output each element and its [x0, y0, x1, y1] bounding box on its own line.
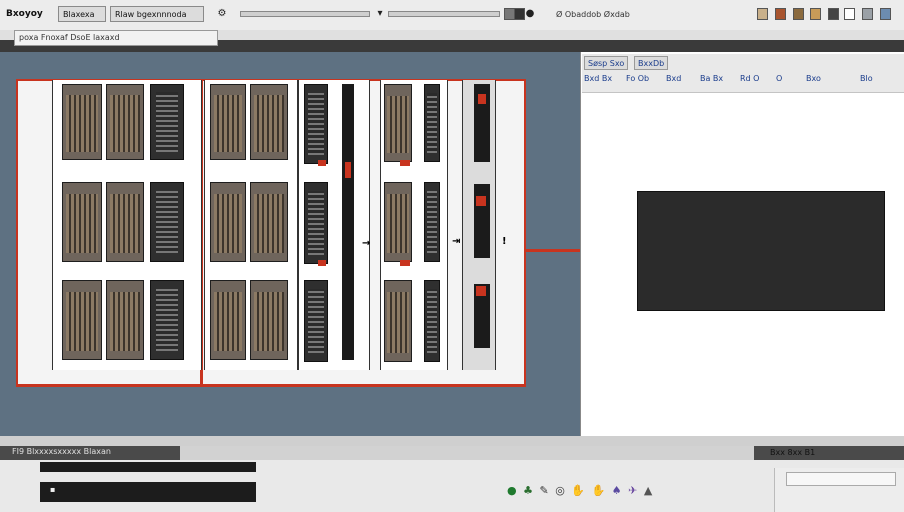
column-header-5[interactable]: Rd O [740, 74, 759, 83]
window-23 [384, 280, 412, 362]
marker-5 [400, 260, 410, 266]
window-10 [210, 84, 246, 160]
target-icon[interactable]: ◎ [555, 484, 565, 497]
panel-tab-2[interactable]: BxxDb [634, 56, 669, 70]
column-header-2[interactable]: Fo Ob [626, 74, 649, 83]
bottom-strip [0, 436, 904, 446]
window-15 [250, 280, 288, 360]
selection-frame-right [524, 79, 526, 387]
selection-frame-left [16, 79, 18, 387]
circle-icon[interactable] [844, 8, 855, 20]
window-11 [250, 84, 288, 160]
spade-icon[interactable]: ♠ [612, 484, 622, 497]
column-bar-1 [342, 84, 354, 360]
column-header-8[interactable]: Blo [860, 74, 873, 83]
dropdown-icon[interactable]: ▾ [374, 8, 386, 20]
bottom-progress-bar-2[interactable] [40, 482, 256, 502]
exclamation-icon: ! [502, 236, 507, 247]
club-icon[interactable]: ♣ [523, 484, 533, 497]
window-12 [210, 182, 246, 262]
window-17 [304, 182, 328, 264]
window-2 [106, 84, 144, 160]
selection-frame-bottom [16, 384, 526, 387]
marker-7 [476, 196, 486, 206]
settings-icon[interactable] [880, 8, 891, 20]
column-header-6[interactable]: O [776, 74, 782, 83]
timeline-track[interactable] [180, 446, 754, 460]
grid-icon[interactable] [793, 8, 804, 20]
column-header-4[interactable]: Ba Bx [700, 74, 723, 83]
window-16 [304, 84, 328, 164]
tool-icon[interactable] [862, 8, 873, 20]
window-4 [62, 182, 102, 262]
marker-8 [476, 286, 486, 296]
bottom-icon-row: ● ♣ ✎ ◎ ✋ ✋ ♠ ✈ ▲ [507, 484, 655, 497]
window-21 [384, 182, 412, 262]
timeline-slider[interactable] [388, 11, 500, 17]
preview-box[interactable] [637, 191, 885, 311]
window-9 [150, 280, 184, 360]
record-icon[interactable]: ● [524, 8, 536, 20]
path-field[interactable]: poxa Fnoxaf DsoE laxaxd [14, 30, 218, 46]
toolbar-button-2[interactable]: Rlaw bgexnnnoda [110, 6, 204, 22]
column-header-3[interactable]: Bxd [666, 74, 681, 83]
marker-4 [400, 160, 410, 166]
circle-settings-icon[interactable]: ⚙ [216, 8, 228, 20]
marker-6 [478, 94, 486, 104]
window-8 [106, 280, 144, 360]
column-header-7[interactable]: Bxo [806, 74, 821, 83]
bottom-bar-label: ▪ [50, 485, 56, 494]
pencil-icon[interactable]: ✎ [539, 484, 548, 497]
marker-2 [345, 162, 351, 178]
window-20 [424, 84, 440, 162]
window-22 [424, 182, 440, 262]
hand-alt-icon[interactable]: ✋ [592, 484, 606, 497]
window-5 [106, 182, 144, 262]
layout-icon[interactable] [810, 8, 821, 20]
app-title: Bxoyoy [6, 9, 43, 19]
window-18 [304, 280, 328, 362]
bottom-progress-bar-1[interactable] [40, 462, 256, 472]
box-icon[interactable] [757, 8, 768, 20]
page-icon[interactable] [775, 8, 786, 20]
plane-icon[interactable]: ✈ [628, 484, 637, 497]
window-7 [62, 280, 102, 360]
arrow-left-icon: → [362, 238, 371, 249]
green-dot-icon[interactable]: ● [507, 484, 517, 497]
window-3 [150, 84, 184, 160]
triangle-icon[interactable]: ▲ [644, 484, 652, 497]
window-14 [210, 280, 246, 360]
zoom-slider[interactable] [240, 11, 370, 17]
marker-1 [318, 160, 326, 166]
toolbar-button-1[interactable]: Blaxexa [58, 6, 106, 22]
square-icon[interactable] [828, 8, 839, 20]
timeline-label: FI9 Blxxxxsxxxxx Blaxan [12, 447, 111, 456]
window-1 [62, 84, 102, 160]
window-19 [384, 84, 412, 162]
timeline-info: Bxx 8xx B1 [770, 448, 816, 457]
status-text: Ø Obaddob Øxdab [556, 10, 630, 19]
column-header-1[interactable]: Bxd Bx [584, 74, 612, 83]
arrow-right-icon: ⇥ [452, 236, 461, 247]
bottom-side-field[interactable] [786, 472, 896, 486]
marker-3 [318, 260, 326, 266]
window-24 [424, 280, 440, 362]
window-6 [150, 182, 184, 262]
window-13 [250, 182, 288, 262]
panel-tab-1[interactable]: Søsp Sxo [584, 56, 629, 70]
hand-icon[interactable]: ✋ [571, 484, 585, 497]
